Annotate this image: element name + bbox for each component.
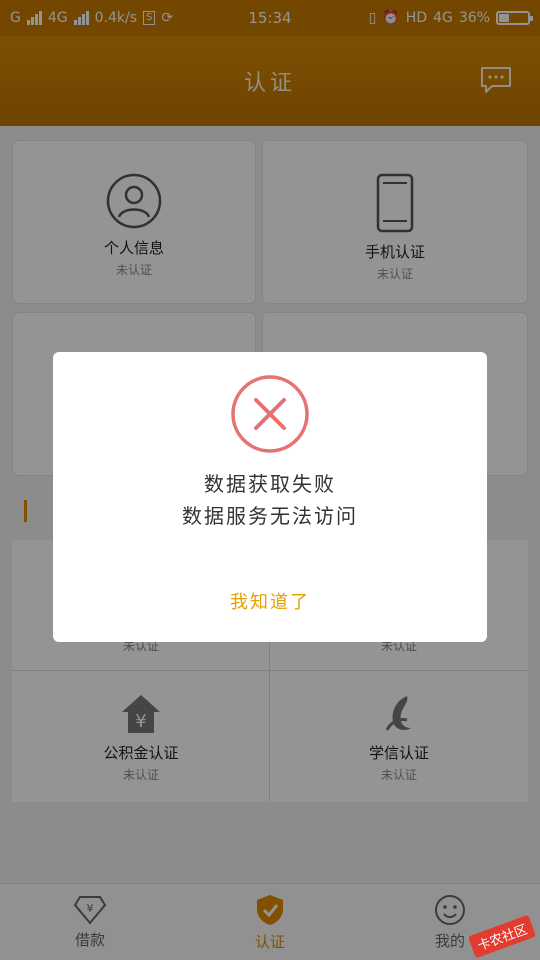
dialog-message-line2: 数据服务无法访问 <box>182 504 358 528</box>
error-x-icon <box>231 375 309 453</box>
error-dialog: 数据获取失败 数据服务无法访问 我知道了 <box>53 352 487 642</box>
dialog-ok-button[interactable]: 我知道了 <box>210 580 330 622</box>
dialog-message-line1: 数据获取失败 <box>204 472 336 496</box>
